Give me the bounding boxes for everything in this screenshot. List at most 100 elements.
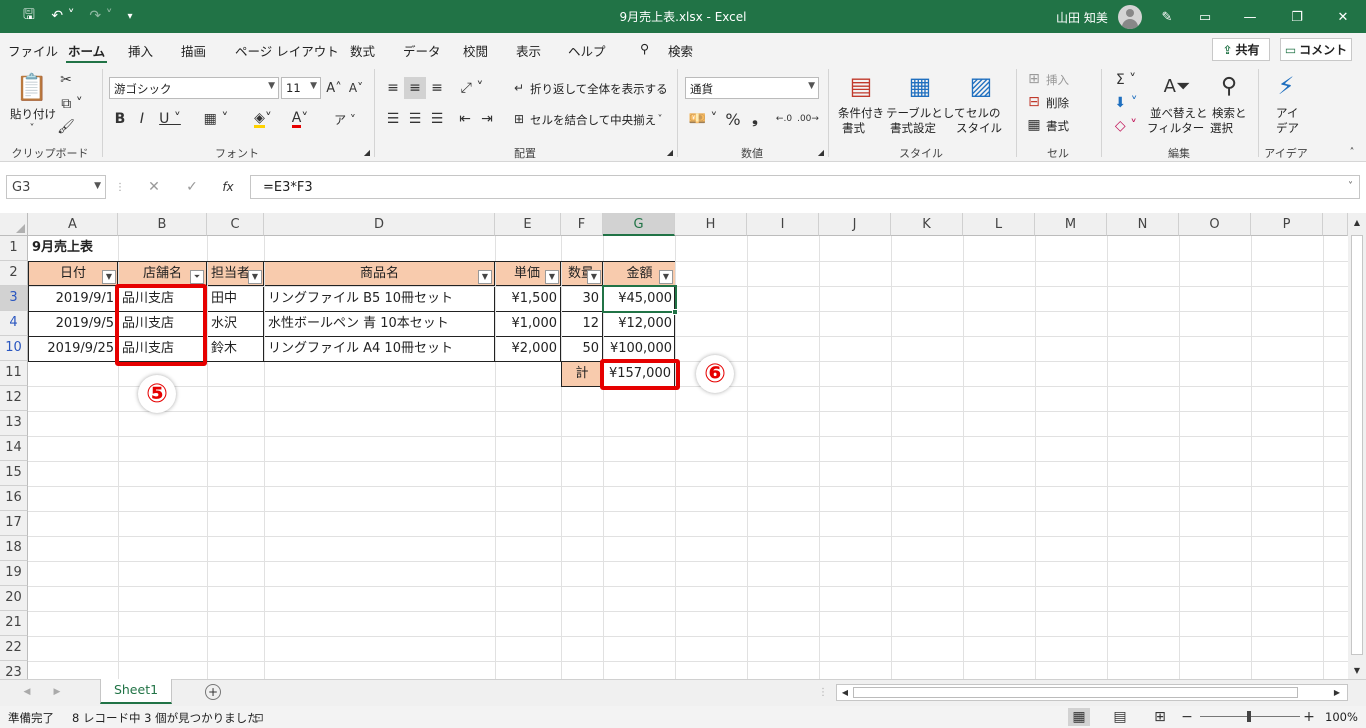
ideas-label-2[interactable]: デア bbox=[1276, 120, 1299, 136]
align-middle-icon[interactable]: ≡ bbox=[404, 77, 426, 99]
date-cell[interactable]: 2019/9/1 bbox=[29, 287, 118, 312]
ideas-label[interactable]: アイ bbox=[1276, 105, 1298, 121]
cancel-icon[interactable]: ✕ bbox=[145, 179, 163, 195]
phonetic-icon[interactable]: ア ˅ bbox=[330, 109, 360, 129]
scroll-up-icon[interactable]: ▲ bbox=[1350, 215, 1364, 229]
increase-decimal-icon[interactable]: ←.0 bbox=[774, 109, 794, 129]
horizontal-scrollbar[interactable]: ◀ ▶ bbox=[836, 684, 1348, 701]
tab-split-handle-icon[interactable]: ⋮ bbox=[818, 685, 828, 699]
row-header[interactable]: 1 bbox=[0, 236, 28, 261]
row-header[interactable]: 12 bbox=[0, 386, 28, 411]
font-name-select[interactable]: 游ゴシック ▼ bbox=[109, 77, 279, 99]
tab-formulas[interactable]: 数式 bbox=[350, 41, 375, 60]
column-header-g[interactable]: G bbox=[603, 213, 675, 236]
formula-input[interactable]: =E3*F3 ˅ bbox=[250, 175, 1360, 199]
paste-icon[interactable]: 📋 bbox=[16, 71, 48, 105]
conditional-format-label-2[interactable]: 書式 bbox=[842, 120, 865, 136]
row-header[interactable]: 4 bbox=[0, 311, 28, 336]
find-select-label-2[interactable]: 選択 bbox=[1210, 120, 1233, 136]
price-cell[interactable]: ¥1,500 bbox=[496, 287, 561, 312]
horizontal-scroll-thumb[interactable] bbox=[853, 687, 1298, 698]
format-cells-icon[interactable]: ▦ bbox=[1026, 117, 1042, 133]
filter-dropdown-icon[interactable]: ▼ bbox=[478, 270, 492, 284]
format-cells-button[interactable]: 書式 bbox=[1046, 118, 1069, 134]
cut-icon[interactable]: ✂ bbox=[56, 71, 76, 89]
cell-styles-label-2[interactable]: スタイル bbox=[956, 120, 1002, 136]
column-header-l[interactable]: L bbox=[963, 213, 1035, 236]
tab-view[interactable]: 表示 bbox=[516, 41, 541, 60]
percent-icon[interactable]: % bbox=[724, 109, 742, 129]
row-header[interactable]: 23 bbox=[0, 661, 28, 679]
accounting-format-icon[interactable]: 💴 ˅ bbox=[686, 109, 720, 129]
ribbon-display-icon[interactable]: ▭ bbox=[1190, 6, 1220, 28]
insert-function-icon[interactable]: fx bbox=[218, 179, 238, 195]
sort-filter-label-2[interactable]: フィルター bbox=[1147, 120, 1204, 136]
merge-center-button[interactable]: セルを結合して中央揃え bbox=[530, 112, 656, 128]
zoom-in-icon[interactable]: + bbox=[1302, 708, 1316, 726]
row-header[interactable]: 20 bbox=[0, 586, 28, 611]
staff-cell[interactable]: 田中 bbox=[208, 287, 264, 312]
row-header[interactable]: 19 bbox=[0, 561, 28, 586]
delete-cells-button[interactable]: 削除 bbox=[1046, 95, 1069, 111]
find-select-label[interactable]: 検索と bbox=[1212, 105, 1247, 121]
date-cell[interactable]: 2019/9/25 bbox=[29, 337, 118, 362]
tab-help[interactable]: ヘルプ bbox=[568, 41, 606, 60]
minimize-icon[interactable]: — bbox=[1235, 6, 1265, 28]
product-cell[interactable]: リングファイル B5 10冊セット bbox=[265, 287, 495, 312]
align-right-icon[interactable]: ☰ bbox=[428, 109, 446, 129]
row-header[interactable]: 2 bbox=[0, 261, 28, 286]
column-header-b[interactable]: B bbox=[118, 213, 207, 236]
fill-handle[interactable] bbox=[672, 309, 678, 315]
scroll-down-icon[interactable]: ▼ bbox=[1350, 663, 1364, 677]
avatar[interactable] bbox=[1118, 5, 1142, 29]
column-header-j[interactable]: J bbox=[819, 213, 891, 236]
enter-icon[interactable]: ✓ bbox=[183, 179, 201, 195]
sheet-tab-sheet1[interactable]: Sheet1 bbox=[100, 679, 172, 704]
close-icon[interactable]: ✕ bbox=[1328, 6, 1358, 28]
column-header-d[interactable]: D bbox=[264, 213, 495, 236]
ideas-icon[interactable]: ⚡ bbox=[1272, 71, 1300, 101]
search-icon[interactable]: ⚲ bbox=[640, 41, 649, 56]
wrap-text-icon[interactable]: ↵ bbox=[511, 78, 527, 98]
align-top-icon[interactable]: ≡ bbox=[384, 78, 402, 98]
tab-review[interactable]: 校閲 bbox=[463, 41, 488, 60]
format-painter-icon[interactable]: 🖌 bbox=[56, 118, 76, 136]
total-label-cell[interactable]: 計 bbox=[561, 362, 603, 387]
expand-formula-icon[interactable]: ˅ bbox=[1348, 181, 1353, 192]
staff-cell[interactable]: 鈴木 bbox=[208, 337, 264, 362]
format-as-table-label[interactable]: テーブルとして bbox=[886, 105, 965, 121]
qty-cell[interactable]: 50 bbox=[562, 337, 603, 362]
sort-filter-label[interactable]: 並べ替えと bbox=[1150, 105, 1208, 121]
filter-dropdown-icon[interactable]: ▼ bbox=[248, 270, 262, 284]
borders-icon[interactable]: ▦ ˅ bbox=[198, 109, 234, 129]
number-format-select[interactable]: 通貨 ▼ bbox=[685, 77, 819, 99]
row-header[interactable]: 15 bbox=[0, 461, 28, 486]
column-header-partial[interactable] bbox=[1323, 213, 1348, 236]
tab-file[interactable]: ファイル bbox=[8, 41, 58, 60]
search-label[interactable]: 検索 bbox=[668, 41, 693, 60]
name-box[interactable]: G3 ▼ bbox=[6, 175, 106, 199]
filter-dropdown-icon[interactable]: ▼ bbox=[659, 270, 673, 284]
copy-icon[interactable]: ⧉ ˅ bbox=[56, 95, 88, 113]
date-cell[interactable]: 2019/9/5 bbox=[29, 312, 118, 337]
tab-home[interactable]: ホーム bbox=[65, 41, 108, 64]
filter-applied-icon[interactable]: ⏷ bbox=[190, 270, 204, 284]
italic-icon[interactable]: I bbox=[134, 109, 150, 129]
filter-dropdown-icon[interactable]: ▼ bbox=[102, 270, 116, 284]
tab-data[interactable]: データ bbox=[403, 41, 441, 60]
cell-styles-icon[interactable]: ▨ bbox=[966, 71, 996, 101]
page-break-view-icon[interactable]: ⊞ bbox=[1150, 708, 1170, 726]
decrease-indent-icon[interactable]: ⇤ bbox=[456, 109, 474, 129]
zoom-out-icon[interactable]: − bbox=[1180, 708, 1194, 726]
page-layout-view-icon[interactable]: ▤ bbox=[1110, 708, 1130, 726]
paste-label[interactable]: 貼り付け bbox=[10, 106, 56, 122]
add-sheet-icon[interactable]: + bbox=[205, 684, 221, 700]
cell-styles-label[interactable]: セルの bbox=[966, 105, 1001, 121]
insert-cells-icon[interactable]: ⊞ bbox=[1026, 71, 1042, 87]
filter-dropdown-icon[interactable]: ▼ bbox=[545, 270, 559, 284]
column-header-f[interactable]: F bbox=[561, 213, 603, 236]
vertical-scroll-thumb[interactable] bbox=[1351, 235, 1363, 655]
tab-page-layout[interactable]: ページ レイアウト bbox=[235, 41, 339, 60]
row-header[interactable]: 11 bbox=[0, 361, 28, 386]
column-header-n[interactable]: N bbox=[1107, 213, 1179, 236]
